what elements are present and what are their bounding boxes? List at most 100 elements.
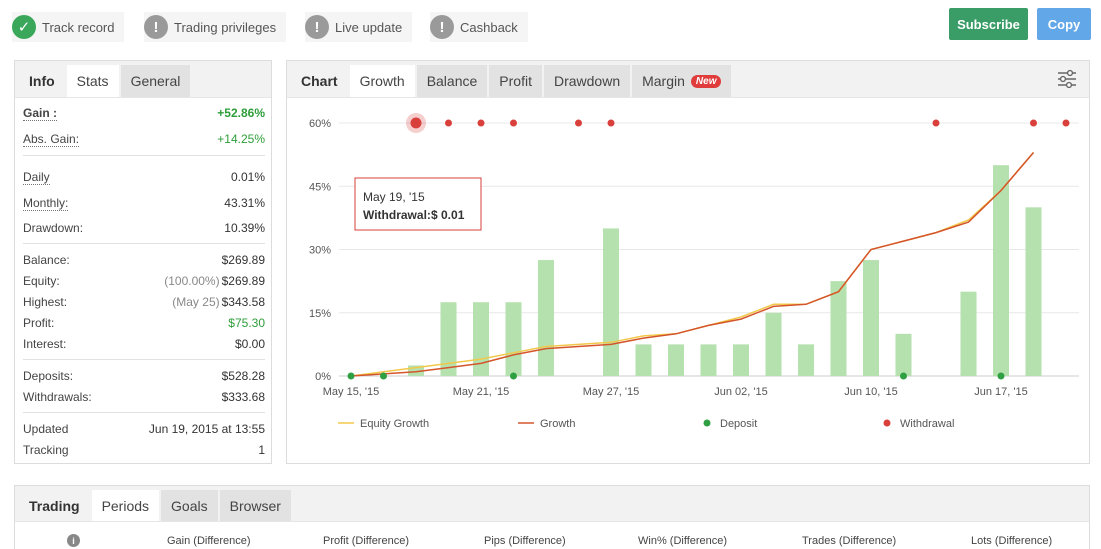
deposit-marker [997,372,1005,380]
badge-track-record[interactable]: ✓ Track record [12,12,125,42]
stat-label[interactable]: Abs. Gain: [23,132,80,147]
stat-abs-gain: Abs. Gain: +14.25% [23,129,265,149]
new-badge: New [690,74,722,88]
stat-withdrawals: Withdrawals: $333.68 [23,387,265,407]
bar [505,302,522,376]
bar [863,260,879,376]
bar [603,228,619,376]
verification-bar: ✓ Track record ! Trading privileges ! Li… [0,0,1101,56]
tab-balance[interactable]: Balance [416,65,488,97]
stat-value: 43.31% [224,196,265,210]
stat-highest: Highest: (May 25) $343.58 [23,292,265,312]
withdrawal-marker [607,119,615,127]
stat-label: Balance: [23,253,70,267]
tab-browser[interactable]: Browser [219,490,291,521]
bar-series [408,165,1042,376]
stat-equity: Equity: (100.00%) $269.89 [23,271,265,291]
withdrawal-marker-active [410,117,422,129]
periods-tabs: Trading Periods Goals Browser [15,486,1089,522]
withdrawal-marker [1062,119,1070,127]
tooltip-label: Withdrawal: [363,208,431,222]
stat-value: $0.00 [234,337,265,351]
deposit-marker [380,372,387,380]
tab-info[interactable]: Info [19,65,65,97]
divider [23,243,265,244]
stats-tabs: Info Stats General [15,61,271,98]
exclamation-icon: ! [144,15,168,39]
deposit-marker [510,372,517,380]
stat-balance: Balance: $269.89 [23,250,265,270]
stat-interest: Interest: $0.00 [23,334,265,354]
badge-trading-privileges[interactable]: ! Trading privileges [144,12,287,42]
stat-label[interactable]: Gain : [23,106,58,121]
col-win[interactable]: Win% (Difference) [638,535,727,547]
col-pips[interactable]: Pips (Difference) [484,535,566,547]
tab-periods[interactable]: Periods [91,490,160,521]
withdrawal-marker [510,119,517,127]
bar [538,260,554,376]
legend-swatch-deposit [703,419,711,427]
legend-deposit: Deposit [720,418,757,430]
tab-margin-label: Margin [642,73,685,89]
tab-stats[interactable]: Stats [66,65,119,97]
stat-value: $269.89 [221,253,265,267]
chart-legend: Equity Growth Growth Deposit Withdrawal [338,418,954,430]
bar [765,312,782,376]
stat-prefix: (100.00%) [164,274,220,288]
info-icon[interactable]: i [67,534,80,547]
tab-profit[interactable]: Profit [489,65,542,97]
growth-chart[interactable]: 0%15%30%45%60% May 15, '15 May 21, '15 May… [287,99,1089,463]
tab-goals[interactable]: Goals [161,490,218,521]
subscribe-button[interactable]: Subscribe [949,8,1028,40]
y-tick-label: 60% [309,118,331,130]
y-tick-label: 45% [309,181,331,193]
tab-trading[interactable]: Trading [19,490,90,521]
bar [960,291,977,376]
legend-equity-growth: Equity Growth [360,418,429,430]
exclamation-icon: ! [430,15,454,39]
stat-drawdown: Drawdown: 10.39% [23,218,265,238]
deposit-marker [900,372,907,380]
stat-label[interactable]: Daily [23,170,50,185]
chart-tabs: Chart Growth Balance Profit Drawdown Mar… [287,61,1089,98]
bar [440,302,457,376]
bar [733,344,749,376]
withdrawal-marker [575,119,582,127]
stats-panel: Info Stats General Gain : +52.86% Abs. G… [14,60,272,464]
stat-value: $343.58 [221,295,265,309]
x-axis: May 15, '15 May 21, '15 May 27, '15 Jun 02,… [323,386,1028,398]
stat-label: Withdrawals: [23,390,92,404]
stat-label: Interest: [23,337,67,351]
bar [668,344,684,376]
stat-value-group: (100.00%) $269.89 [164,274,265,288]
stat-label: Highest: [23,295,68,309]
stat-value: +52.86% [217,106,265,120]
copy-button[interactable]: Copy [1037,8,1091,40]
tab-margin[interactable]: Margin New [632,65,732,97]
divider [23,155,265,156]
x-tick-label: May 27, '15 [583,386,640,398]
y-tick-label: 0% [315,371,331,383]
divider [23,412,265,413]
tab-general[interactable]: General [120,65,191,97]
bar [700,344,717,376]
settings-sliders-icon[interactable] [1057,69,1077,89]
bar [895,333,912,376]
badge-label: Trading privileges [174,19,277,35]
stat-value: 10.39% [224,221,265,235]
col-trades[interactable]: Trades (Difference) [802,535,896,547]
badge-label: Cashback [460,19,518,35]
stat-value-group: (May 25) $343.58 [172,295,265,309]
badge-cashback[interactable]: ! Cashback [430,12,528,42]
stat-label[interactable]: Monthly: [23,196,69,211]
stat-updated: Updated Jun 19, 2015 at 13:55 [23,419,265,439]
col-profit[interactable]: Profit (Difference) [323,535,409,547]
tab-growth[interactable]: Growth [349,65,415,97]
stat-value: 1 [258,443,265,457]
bar [635,344,652,376]
badge-live-update[interactable]: ! Live update [305,12,413,42]
bar [473,302,489,376]
col-gain[interactable]: Gain (Difference) [167,535,251,547]
tab-drawdown[interactable]: Drawdown [543,65,631,97]
col-lots[interactable]: Lots (Difference) [971,535,1052,547]
